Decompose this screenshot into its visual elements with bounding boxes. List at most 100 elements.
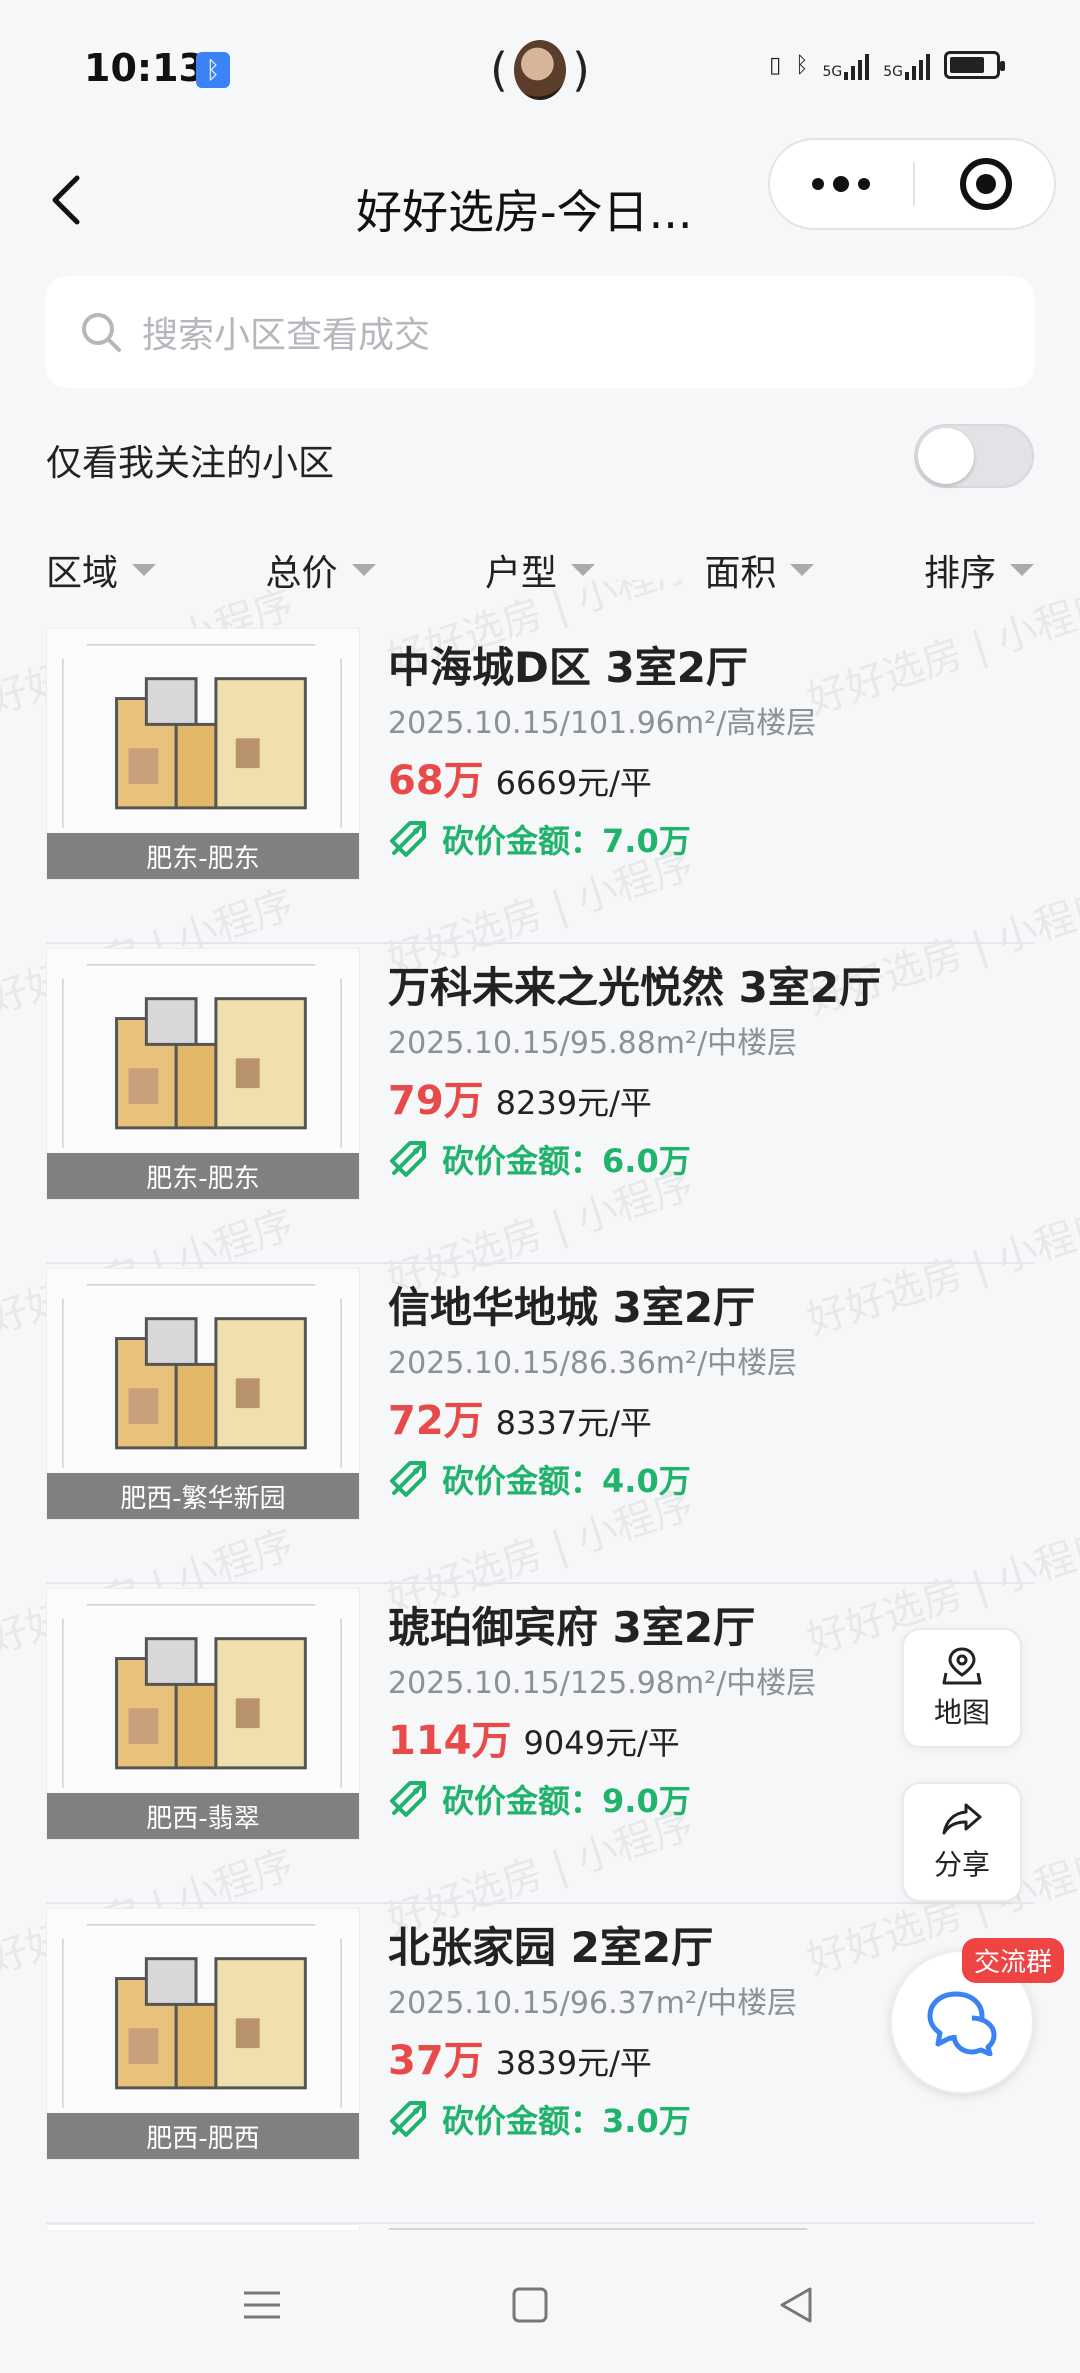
unit-price: 9049元/平: [523, 1724, 680, 1762]
status-time: 10:13: [84, 46, 205, 90]
price-cut-text: 砍价金额：3.0万: [442, 2102, 691, 2140]
area-tag: 肥西-肥西: [47, 2113, 359, 2159]
price-cut-text: 砍价金额：6.0万: [442, 1142, 691, 1180]
price-cut-row: 砍价金额：7.0万: [388, 816, 691, 862]
area-tag: 肥西-繁华新园: [47, 1473, 359, 1519]
total-price: 37万: [388, 2038, 484, 2084]
area-tag: 肥东-肥东: [47, 1153, 359, 1199]
back-nav-button[interactable]: [756, 2270, 836, 2340]
listing-date: 2025.10.15: [388, 706, 560, 741]
floating-avatar: (): [490, 38, 590, 102]
caret-down-icon: [570, 564, 595, 576]
listing-name: 中海城D区 3室2厅: [388, 643, 748, 692]
vibrate-icon: ▯: [769, 52, 782, 78]
total-price: 72万: [388, 1398, 484, 1444]
close-mini-program-button[interactable]: [916, 140, 1056, 228]
search-icon: [82, 313, 121, 352]
listing-meta: 2025.10.15/96.37m²/中楼层: [388, 1986, 798, 2021]
map-pin-icon: [942, 1647, 982, 1685]
total-price: 114万: [388, 1718, 512, 1764]
price-cut-row: 砍价金额：9.0万: [388, 1776, 691, 1822]
share-label: 分享: [933, 1848, 990, 1881]
signal-5g-1: 5G: [822, 50, 870, 80]
listing-item[interactable]: 肥西-繁华新园 信地华地城 3室2厅 2025.10.15/86.36m²/中楼…: [0, 1264, 1080, 1584]
filter-sort[interactable]: 排序: [924, 540, 1034, 600]
share-button[interactable]: 分享: [902, 1782, 1022, 1902]
area-tag: 肥东-肥东: [47, 833, 359, 879]
square-home-icon: [512, 2287, 548, 2323]
mini-program-capsule: [768, 138, 1056, 230]
caret-down-icon: [132, 564, 157, 576]
bluetooth-status-icon: ᛒ: [795, 52, 809, 78]
follow-toggle[interactable]: [914, 424, 1034, 488]
listing-date: 2025.10.15: [388, 1666, 560, 1701]
listing-name: 琥珀御宾府 3室2厅: [388, 1603, 756, 1652]
bluetooth-icon: ᛒ: [196, 52, 230, 88]
listing-area: 95.88m²: [569, 1026, 698, 1061]
filter-bar: 区域 总价 户型 面积 排序: [46, 540, 1034, 600]
total-price: 68万: [388, 758, 484, 804]
signal-5g-2: 5G: [883, 50, 930, 80]
listing-date: 2025.10.15: [388, 1346, 560, 1381]
listing-name: 万科未来之光悦然 3室2厅: [388, 963, 882, 1012]
price-cut-row: 砍价金额：4.0万: [388, 1456, 691, 1502]
price-cut-text: 砍价金额：7.0万: [442, 822, 691, 860]
search-input[interactable]: 搜索小区查看成交: [46, 276, 1034, 388]
listing-meta: 2025.10.15/86.36m²/中楼层: [388, 1346, 798, 1381]
menu-icon: [244, 2291, 280, 2319]
chat-bubbles-icon: [927, 1991, 997, 2056]
chat-group-badge: 交流群: [962, 1938, 1065, 1983]
floor-plan-image: 肥西-繁华新园: [46, 1268, 360, 1520]
target-icon: [960, 158, 1012, 210]
price-cut-row: 砍价金额：3.0万: [388, 2096, 691, 2142]
price-cut-text: 砍价金额：9.0万: [442, 1782, 691, 1820]
listing-area: 96.37m²: [569, 1986, 698, 2021]
price-row: 37万 3839元/平: [388, 2028, 652, 2086]
listing-date: 2025.10.15: [388, 1986, 560, 2021]
listing-floor: 中楼层: [726, 1666, 817, 1701]
unit-price: 8239元/平: [495, 1084, 652, 1122]
listing-floor: 中楼层: [707, 1986, 798, 2021]
listing-date: 2025.10.15: [388, 1026, 560, 1061]
filter-layout[interactable]: 户型: [485, 540, 595, 600]
price-row: 72万 8337元/平: [388, 1388, 652, 1446]
price-row: 79万 8239元/平: [388, 1068, 652, 1126]
battery-icon: [944, 51, 1005, 79]
unit-price: 6669元/平: [495, 764, 652, 802]
listing-name: 信地华地城 3室2厅: [388, 1283, 756, 1332]
caret-down-icon: [351, 564, 376, 576]
listing-meta: 2025.10.15/101.96m²/高楼层: [388, 706, 817, 741]
floor-plan-image: 肥西-肥西: [46, 1908, 360, 2160]
filter-region[interactable]: 区域: [46, 540, 157, 600]
price-tag-icon: [390, 2101, 426, 2137]
listing-item[interactable]: 肥东-肥东 中海城D区 3室2厅 2025.10.15/101.96m²/高楼层…: [0, 624, 1080, 944]
total-price: 79万: [388, 1078, 484, 1124]
filter-total-price[interactable]: 总价: [265, 540, 376, 600]
listing-floor: 中楼层: [707, 1346, 798, 1381]
price-cut-row: 砍价金额：6.0万: [388, 1136, 691, 1182]
back-button[interactable]: [36, 160, 96, 240]
follow-toggle-label: 仅看我关注的小区: [46, 443, 335, 484]
unit-price: 8337元/平: [495, 1404, 652, 1442]
menu-nav-button[interactable]: [222, 2270, 302, 2340]
share-icon: [942, 1803, 982, 1835]
more-button[interactable]: [770, 140, 912, 228]
status-bar: 10:13 ᛒ () ▯ ᛒ 5G 5G: [0, 0, 1080, 140]
listing-floor: 中楼层: [707, 1026, 798, 1061]
caret-down-icon: [1009, 564, 1034, 576]
caret-down-icon: [790, 564, 815, 576]
price-tag-icon: [390, 1141, 426, 1177]
home-nav-button[interactable]: [490, 2270, 570, 2340]
price-tag-icon: [390, 821, 426, 857]
listing-item[interactable]: 肥东-肥东 万科未来之光悦然 3室2厅 2025.10.15/95.88m²/中…: [0, 944, 1080, 1264]
listing-area: 86.36m²: [569, 1346, 698, 1381]
listing-meta: 2025.10.15/125.98m²/中楼层: [388, 1666, 817, 1701]
listing-floor: 高楼层: [726, 706, 817, 741]
price-row: 114万 9049元/平: [388, 1708, 680, 1766]
map-button[interactable]: 地图: [902, 1628, 1022, 1748]
listing-area: 101.96m²: [569, 706, 717, 741]
filter-area[interactable]: 面积: [704, 540, 815, 600]
triangle-back-icon: [780, 2287, 812, 2323]
area-tag: 肥西-翡翠: [47, 1793, 359, 1839]
search-placeholder: 搜索小区查看成交: [142, 315, 431, 356]
